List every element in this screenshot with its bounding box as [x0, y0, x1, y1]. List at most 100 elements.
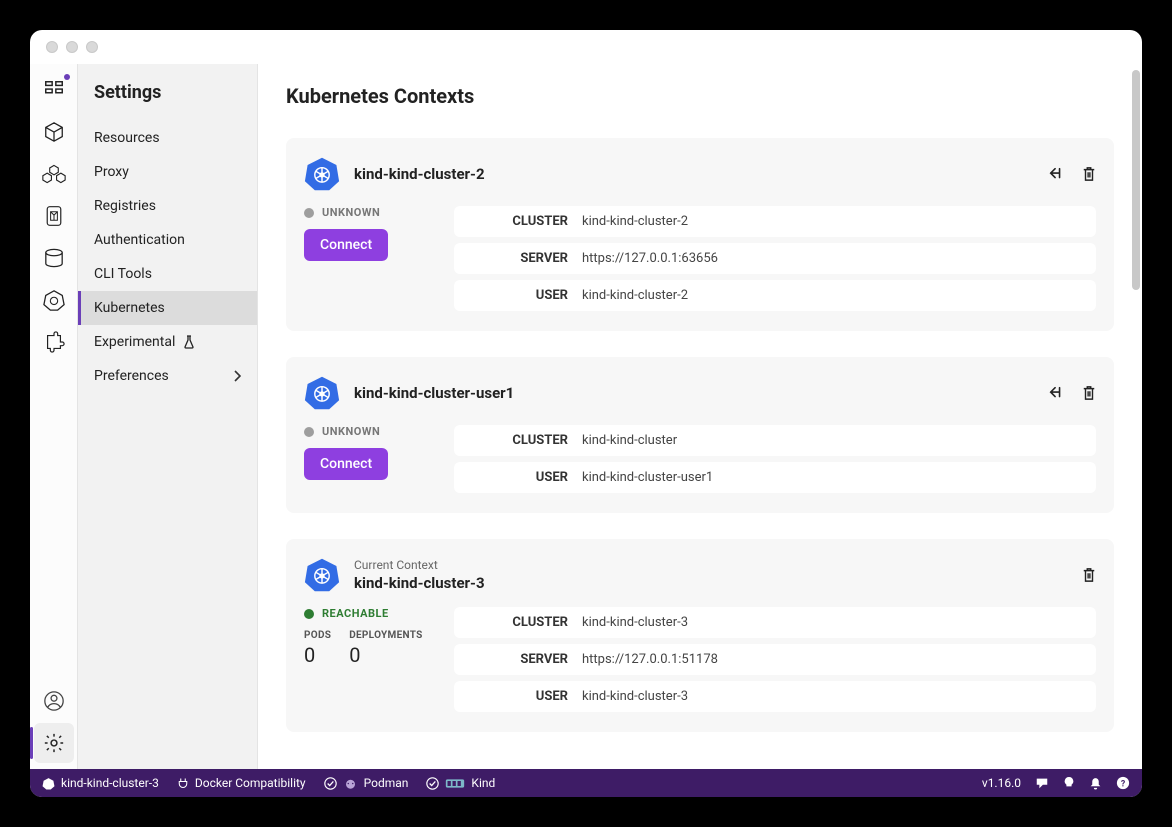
info-value: kind-kind-cluster-user1 [582, 470, 713, 485]
kubernetes-icon [42, 777, 55, 790]
check-circle-icon [426, 777, 439, 790]
connect-button[interactable]: Connect [304, 229, 388, 261]
sb-context-label: kind-kind-cluster-3 [61, 776, 159, 790]
user-circle-icon [43, 690, 65, 712]
gear-icon [43, 732, 65, 754]
traffic-close[interactable] [46, 41, 58, 53]
delete-context-button[interactable] [1082, 567, 1096, 583]
context-info-row: CLUSTER kind-kind-cluster-3 [454, 607, 1096, 638]
cube-icon [43, 121, 65, 143]
status-text: REACHABLE [322, 607, 389, 620]
sb-podman[interactable]: Podman [324, 776, 409, 790]
titlebar [30, 30, 1142, 64]
info-value: kind-kind-cluster [582, 433, 677, 448]
context-info-row: USER kind-kind-cluster-3 [454, 681, 1096, 712]
info-key: SERVER [468, 251, 568, 266]
settings-item-kubernetes[interactable]: Kubernetes [78, 291, 257, 325]
database-icon [43, 248, 65, 268]
settings-item-preferences[interactable]: Preferences [78, 359, 257, 393]
chevron-right-icon [233, 370, 241, 382]
podman-icon [343, 777, 358, 790]
delete-context-button[interactable] [1082, 385, 1096, 401]
context-info-row: USERkind-kind-cluster-2 [454, 280, 1096, 311]
info-value: https://127.0.0.1:51178 [582, 652, 718, 667]
rail-volumes[interactable] [34, 238, 74, 278]
page-title: Kubernetes Contexts [286, 84, 1114, 108]
sb-docker[interactable]: Docker Compatibility [177, 776, 306, 790]
connect-button[interactable]: Connect [304, 448, 388, 480]
statusbar: kind-kind-cluster-3 Docker Compatibility… [30, 769, 1142, 797]
delete-context-button[interactable] [1082, 166, 1096, 182]
rail-settings[interactable] [34, 723, 74, 763]
settings-item-authentication[interactable]: Authentication [78, 223, 257, 257]
settings-item-label: Proxy [94, 164, 129, 180]
puzzle-icon [43, 331, 65, 353]
info-key: USER [468, 689, 568, 704]
settings-sidebar: Settings Resources Proxy Registries Auth… [78, 64, 258, 769]
stat-label-pods: PODS [304, 630, 331, 641]
traffic-minimize[interactable] [66, 41, 78, 53]
context-name: kind-kind-cluster-2 [354, 165, 485, 183]
nav-rail [30, 64, 78, 769]
settings-item-proxy[interactable]: Proxy [78, 155, 257, 189]
use-context-button[interactable] [1048, 166, 1064, 182]
scrollbar[interactable] [1132, 70, 1140, 290]
sb-context[interactable]: kind-kind-cluster-3 [42, 776, 159, 790]
settings-item-label: Experimental [94, 334, 175, 350]
rail-accounts[interactable] [34, 681, 74, 721]
kubernetes-rail-icon [43, 289, 65, 311]
info-key: USER [468, 288, 568, 303]
status-badge: REACHABLE [304, 607, 434, 620]
status-badge: UNKNOWN [304, 206, 434, 219]
settings-item-label: Resources [94, 130, 160, 146]
svg-text:?: ? [1121, 780, 1126, 790]
app-window: Settings Resources Proxy Registries Auth… [30, 30, 1142, 797]
rail-extensions[interactable] [34, 322, 74, 362]
status-text: UNKNOWN [322, 206, 380, 219]
kubernetes-icon [304, 156, 340, 192]
info-value: kind-kind-cluster-3 [582, 689, 688, 704]
login-icon [1048, 166, 1064, 182]
status-dot-icon [304, 609, 314, 619]
stat-value-pods: 0 [304, 643, 331, 667]
sb-docker-label: Docker Compatibility [195, 776, 306, 790]
settings-item-label: Preferences [94, 368, 169, 384]
kind-icon [445, 777, 465, 790]
info-key: CLUSTER [468, 214, 568, 229]
info-key: CLUSTER [468, 615, 568, 630]
bell-icon[interactable] [1089, 776, 1102, 790]
rail-dashboard[interactable] [34, 70, 74, 110]
trash-icon [1082, 567, 1096, 583]
flask-icon [183, 335, 195, 349]
dashboard-icon [43, 79, 65, 101]
traffic-zoom[interactable] [86, 41, 98, 53]
rail-pods[interactable] [34, 154, 74, 194]
settings-item-label: Registries [94, 198, 156, 214]
settings-item-label: Authentication [94, 232, 185, 248]
settings-item-experimental[interactable]: Experimental [78, 325, 257, 359]
context-stats: PODS0 DEPLOYMENTS0 [304, 630, 434, 667]
context-name: kind-kind-cluster-3 [354, 574, 485, 592]
chat-icon[interactable] [1035, 776, 1049, 790]
rail-kubernetes[interactable] [34, 280, 74, 320]
context-card: Current Contextkind-kind-cluster-3 REACH… [286, 539, 1114, 732]
rail-containers[interactable] [34, 112, 74, 152]
settings-item-cli-tools[interactable]: CLI Tools [78, 257, 257, 291]
use-context-button[interactable] [1048, 385, 1064, 401]
status-badge: UNKNOWN [304, 425, 434, 438]
stat-value-deployments: 0 [349, 643, 422, 667]
context-card: kind-kind-cluster-2 UNKNOWN Connect CLUS… [286, 138, 1114, 331]
rail-images[interactable] [34, 196, 74, 236]
bulb-icon[interactable] [1063, 776, 1075, 790]
info-value: kind-kind-cluster-3 [582, 615, 688, 630]
sb-version: v1.16.0 [982, 776, 1021, 790]
settings-item-resources[interactable]: Resources [78, 121, 257, 155]
info-key: USER [468, 470, 568, 485]
context-info-row: SERVER https://127.0.0.1:63656 [454, 243, 1096, 274]
help-icon[interactable]: ? [1116, 776, 1130, 790]
sb-kind[interactable]: Kind [426, 776, 495, 790]
context-info-row: USER kind-kind-cluster-user1 [454, 462, 1096, 493]
settings-item-registries[interactable]: Registries [78, 189, 257, 223]
info-value: https://127.0.0.1:63656 [582, 251, 718, 266]
layers-icon [44, 205, 64, 227]
